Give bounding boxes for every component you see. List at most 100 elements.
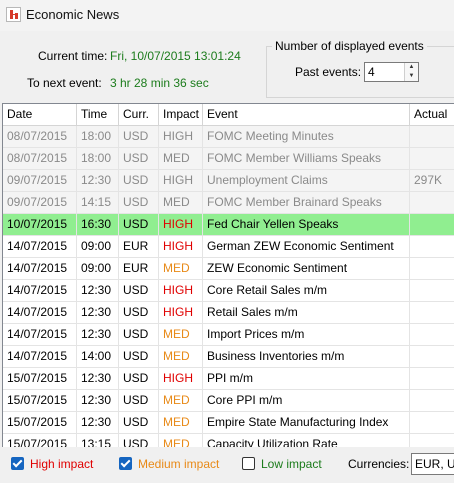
cell-currency: USD [119,434,159,447]
table-row[interactable]: 14/07/2015 12:30 USD HIGH Core Retail Sales … [3,280,454,302]
cell-currency: USD [119,412,159,433]
cell-actual [410,324,454,345]
cell-date: 15/07/2015 [3,390,77,411]
cell-date: 14/07/2015 [3,258,77,279]
cell-event: FOMC Meeting Minutes [203,126,410,147]
cell-actual [410,214,454,235]
table-row[interactable]: 14/07/2015 12:30 USD HIGH Retail Sales m/m [3,302,454,324]
cell-time: 16:30 [77,214,119,235]
cell-event: Capacity Utilization Rate [203,434,410,447]
table-row[interactable]: 08/07/2015 18:00 USD MED FOMC Member William… [3,148,454,170]
cell-impact: HIGH [159,302,203,323]
cell-time: 14:15 [77,192,119,213]
cell-time: 13:15 [77,434,119,447]
cell-event: Business Inventories m/m [203,346,410,367]
past-events-label: Past events: [295,65,362,79]
table-row[interactable]: 09/07/2015 12:30 USD HIGH Unemployment Claim… [3,170,454,192]
medium-impact-label[interactable]: Medium impact [138,457,219,471]
cell-currency: USD [119,170,159,191]
low-impact-checkbox[interactable] [242,457,255,470]
cell-impact: HIGH [159,236,203,257]
cell-currency: USD [119,302,159,323]
header-actual[interactable]: Actual [410,104,454,125]
cell-currency: EUR [119,258,159,279]
cell-time: 12:30 [77,324,119,345]
table-row[interactable]: 14/07/2015 09:00 EUR MED ZEW Economic Sentim… [3,258,454,280]
cell-impact: HIGH [159,126,203,147]
next-event-label: To next event: [27,76,102,90]
header-event[interactable]: Event [203,104,410,125]
cell-date: 14/07/2015 [3,302,77,323]
past-events-value[interactable]: 4 [368,65,375,79]
table-row[interactable]: 14/07/2015 14:00 USD MED Business Inventorie… [3,346,454,368]
cell-event: Fed Chair Yellen Speaks [203,214,410,235]
cell-actual [410,236,454,257]
cell-time: 12:30 [77,170,119,191]
header-currency[interactable]: Curr. [119,104,159,125]
cell-actual [410,148,454,169]
displayed-events-group-title: Number of displayed events [272,39,427,53]
table-row[interactable]: 15/07/2015 13:15 USD MED Capacity Utilizatio… [3,434,454,447]
cell-actual [410,280,454,301]
cell-currency: USD [119,280,159,301]
cell-impact: MED [159,434,203,447]
header-date[interactable]: Date [3,104,77,125]
app-chart-icon [6,7,21,22]
table-row[interactable]: 15/07/2015 12:30 USD HIGH PPI m/m [3,368,454,390]
cell-event: PPI m/m [203,368,410,389]
cell-actual [410,346,454,367]
header-time[interactable]: Time [77,104,119,125]
table-header: Date Time Curr. Impact Event Actual [3,104,454,126]
spin-down-icon[interactable]: ▼ [404,72,418,81]
cell-impact: MED [159,412,203,433]
cell-impact: MED [159,192,203,213]
cell-actual [410,368,454,389]
current-time-value: Fri, 10/07/2015 13:01:24 [110,49,241,63]
past-events-spinner[interactable]: 4 ▲ ▼ [364,62,419,82]
table-row[interactable]: 14/07/2015 09:00 EUR HIGH German ZEW Economi… [3,236,454,258]
cell-date: 14/07/2015 [3,346,77,367]
cell-currency: USD [119,148,159,169]
events-table[interactable]: Date Time Curr. Impact Event Actual 08/0… [2,103,454,447]
currencies-label: Currencies: [348,457,410,471]
cell-currency: USD [119,324,159,345]
cell-time: 09:00 [77,258,119,279]
cell-date: 14/07/2015 [3,236,77,257]
cell-time: 14:00 [77,346,119,367]
table-row[interactable]: 15/07/2015 12:30 USD MED Core PPI m/m [3,390,454,412]
cell-date: 14/07/2015 [3,280,77,301]
table-row[interactable]: 14/07/2015 12:30 USD MED Import Prices m/m [3,324,454,346]
cell-event: Import Prices m/m [203,324,410,345]
table-row[interactable]: 10/07/2015 16:30 USD HIGH Fed Chair Yellen S… [3,214,454,236]
cell-currency: USD [119,192,159,213]
table-row[interactable]: 15/07/2015 12:30 USD MED Empire State Manufa… [3,412,454,434]
cell-actual [410,434,454,447]
medium-impact-checkbox[interactable] [119,457,132,470]
cell-date: 08/07/2015 [3,148,77,169]
title-bar: Economic News [0,0,454,31]
cell-date: 09/07/2015 [3,192,77,213]
cell-actual [410,192,454,213]
cell-time: 18:00 [77,126,119,147]
cell-currency: USD [119,126,159,147]
window-title: Economic News [26,7,120,22]
table-row[interactable]: 08/07/2015 18:00 USD HIGH FOMC Meeting Minut… [3,126,454,148]
currencies-input[interactable]: EUR, USD [411,453,454,475]
high-impact-checkbox[interactable] [11,457,24,470]
header-impact[interactable]: Impact [159,104,203,125]
table-row[interactable]: 09/07/2015 14:15 USD MED FOMC Member Brainar… [3,192,454,214]
cell-event: German ZEW Economic Sentiment [203,236,410,257]
cell-event: Retail Sales m/m [203,302,410,323]
high-impact-label[interactable]: High impact [30,457,93,471]
cell-date: 09/07/2015 [3,170,77,191]
cell-impact: MED [159,258,203,279]
cell-event: Empire State Manufacturing Index [203,412,410,433]
cell-impact: HIGH [159,214,203,235]
cell-currency: USD [119,346,159,367]
cell-actual [410,258,454,279]
cell-date: 10/07/2015 [3,214,77,235]
spin-up-icon[interactable]: ▲ [404,63,418,72]
cell-actual [410,412,454,433]
cell-currency: USD [119,214,159,235]
low-impact-label[interactable]: Low impact [261,457,322,471]
